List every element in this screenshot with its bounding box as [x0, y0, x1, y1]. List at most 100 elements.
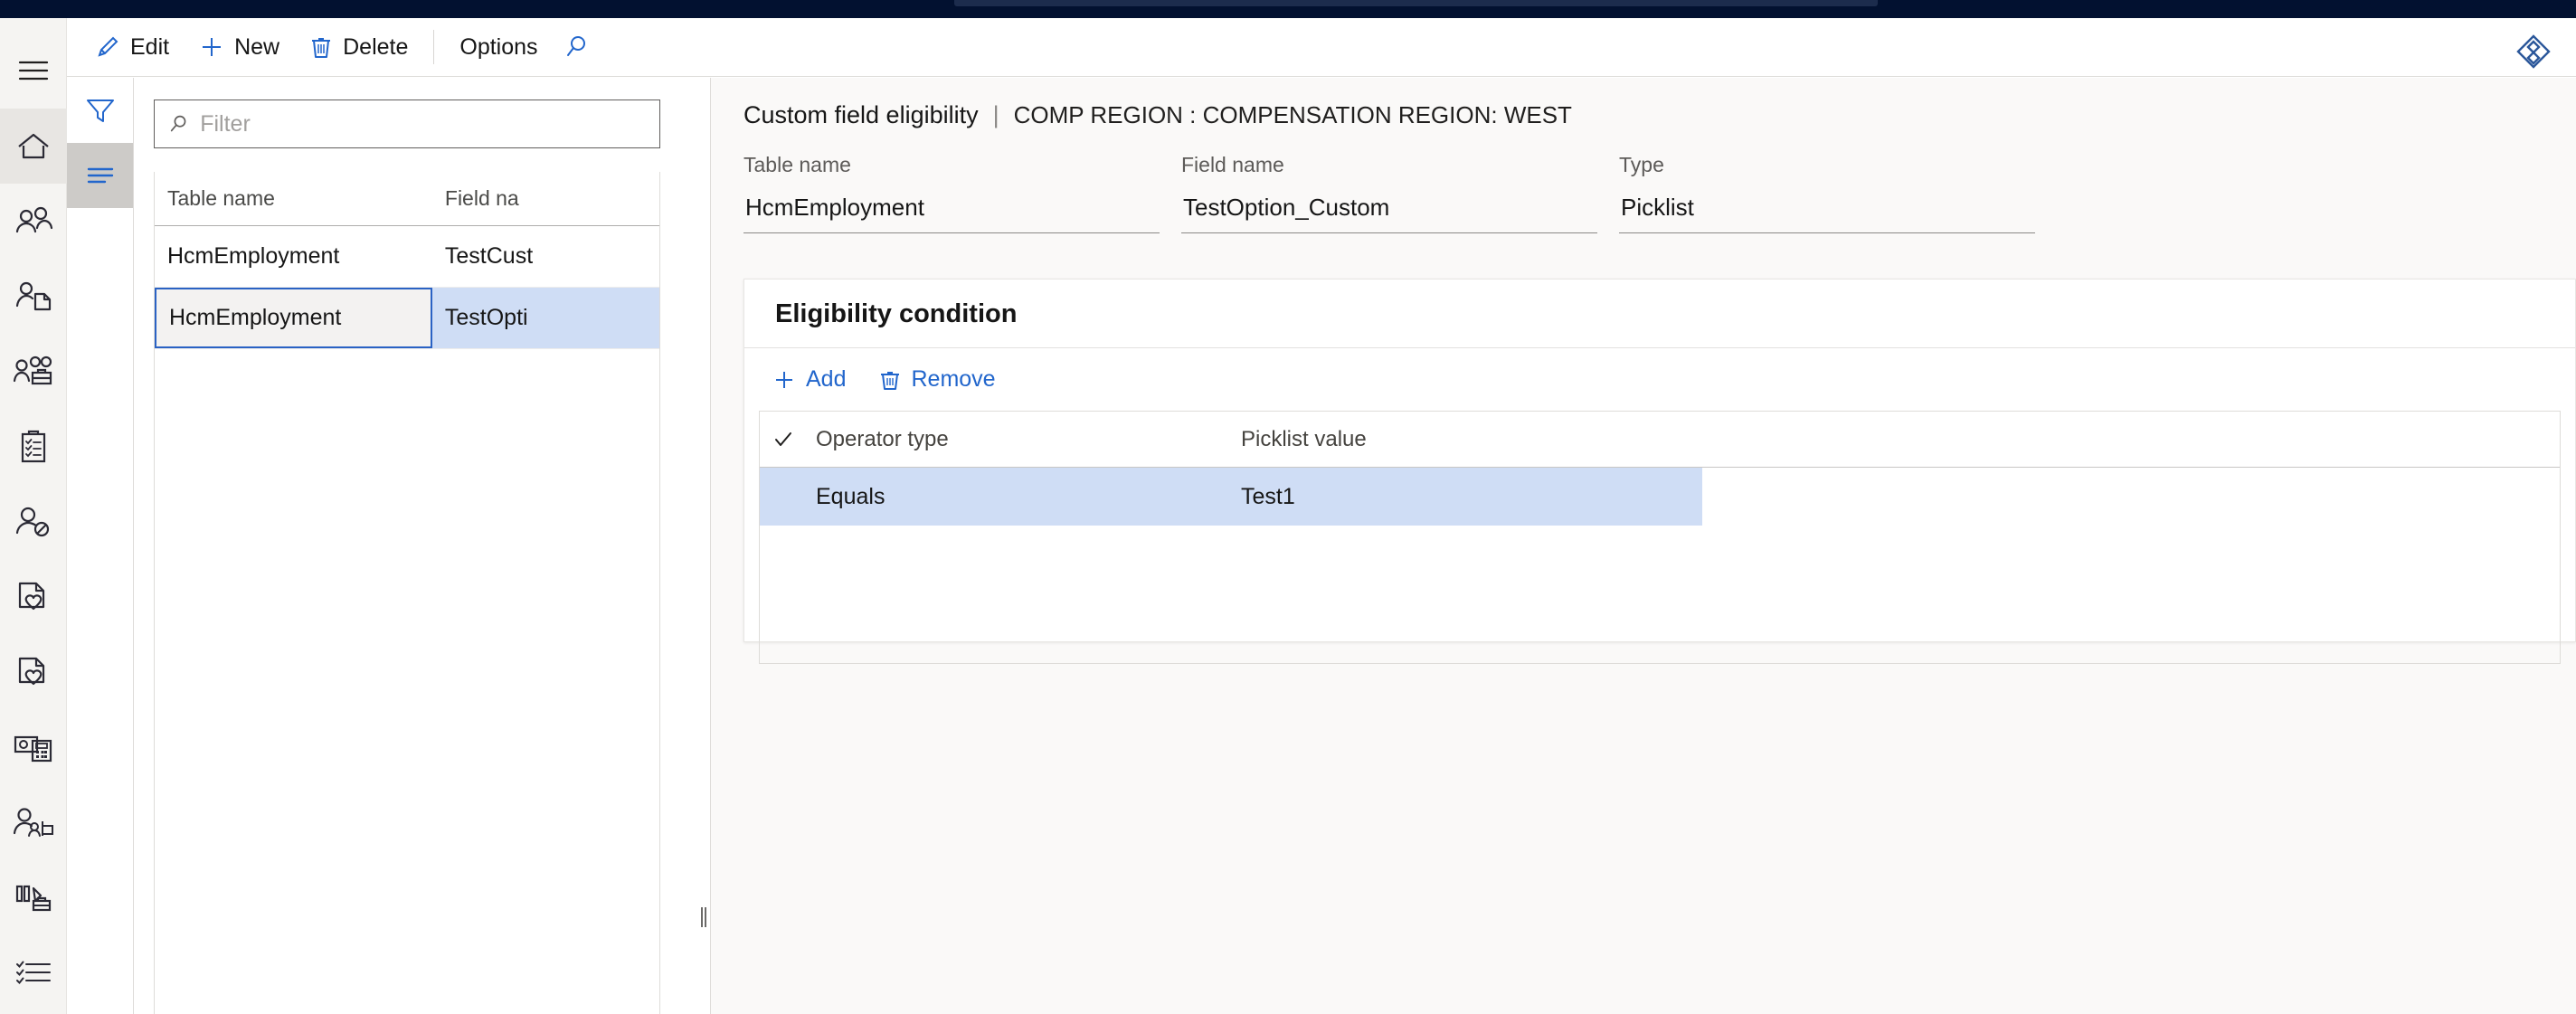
remove-button[interactable]: Remove [866, 359, 1008, 400]
rail-item-analytics[interactable] [0, 859, 67, 934]
condition-grid: Operator type Picklist value Equals Test… [759, 411, 2561, 664]
options-button-label: Options [459, 33, 538, 60]
cell-operator-type[interactable]: Equals [807, 468, 1232, 526]
field-row: Table name HcmEmployment Field name Test… [711, 153, 2576, 233]
list-lines-icon [87, 167, 113, 184]
hamburger-menu-icon [18, 61, 49, 81]
field-table-name: Table name HcmEmployment [743, 153, 1160, 233]
list-grid-header: Table name Field na [155, 172, 659, 226]
cell-table-name[interactable]: HcmEmployment [155, 226, 432, 287]
select-all-checkmark[interactable] [760, 412, 807, 467]
field-value[interactable]: TestOption_Custom [1181, 190, 1597, 233]
search-icon [170, 115, 186, 132]
funnel-icon [86, 100, 114, 122]
command-bar-divider [433, 30, 435, 64]
field-label: Table name [743, 153, 851, 176]
rail-item-benefits-2[interactable] [0, 634, 67, 709]
list-grid-body-fill [154, 349, 660, 1014]
rail-item-benefits-1[interactable] [0, 559, 67, 634]
condition-grid-header: Operator type Picklist value [760, 412, 2560, 468]
brand-logo-button[interactable] [2513, 31, 2554, 72]
field-value[interactable]: Picklist [1619, 190, 2035, 233]
page-title-bar: Custom field eligibility | COMP REGION :… [711, 78, 2576, 129]
list-panel: Table name Field na HcmEmployment TestCu… [134, 78, 696, 1014]
title-bar-highlight [954, 0, 1878, 6]
rail-item-recruiting[interactable] [0, 784, 67, 859]
cell-field-name[interactable]: TestCust [432, 226, 659, 287]
rail-item-home[interactable] [0, 109, 67, 184]
list-pane-tab[interactable] [67, 143, 133, 208]
pane-tab-strip [67, 78, 134, 1014]
condition-column-header-picklist-value[interactable]: Picklist value [1232, 412, 1702, 467]
cell-field-name[interactable]: TestOpti [432, 288, 659, 348]
cell-table-name[interactable]: HcmEmployment [155, 288, 432, 348]
diamond-logo-icon [2516, 34, 2551, 69]
delete-button-label: Delete [343, 33, 409, 60]
filter-pane-tab[interactable] [67, 78, 133, 143]
people-icon [15, 206, 53, 232]
filter-input[interactable] [200, 110, 647, 137]
add-button[interactable]: Add [759, 359, 858, 400]
edit-button-label: Edit [130, 33, 170, 60]
clipboard-checklist-icon [21, 430, 46, 462]
home-icon [18, 133, 49, 158]
left-navigation-rail [0, 18, 67, 1014]
page-title-separator: | [992, 101, 999, 128]
field-value[interactable]: HcmEmployment [743, 190, 1160, 233]
panel-splitter[interactable] [696, 78, 711, 1014]
card-toolbar: Add Remove [744, 348, 2575, 411]
table-row[interactable]: Equals Test1 [760, 468, 1702, 526]
search-button[interactable] [553, 25, 600, 69]
document-heart-icon [18, 657, 45, 685]
checkmark-icon [775, 431, 791, 446]
options-button[interactable]: Options [445, 25, 552, 69]
new-button[interactable]: New [184, 25, 294, 69]
condition-column-header-operator-type[interactable]: Operator type [807, 412, 1232, 467]
command-bar: Edit New Delete Options [67, 18, 2576, 77]
filter-box[interactable] [154, 100, 660, 148]
splitter-handle-bar [701, 907, 703, 927]
plus-icon [772, 367, 797, 393]
table-row[interactable]: HcmEmployment TestOpti [155, 288, 659, 349]
delete-button[interactable]: Delete [294, 25, 422, 69]
document-heart-icon [18, 582, 45, 610]
splitter-handle[interactable] [701, 907, 706, 927]
rail-item-clipboard-tasks[interactable] [0, 409, 67, 484]
new-button-label: New [234, 33, 280, 60]
chart-briefcase-icon [15, 885, 52, 911]
list-grid: Table name Field na HcmEmployment TestCu… [154, 172, 660, 349]
remove-button-label: Remove [911, 366, 996, 392]
list-column-header-table-name[interactable]: Table name [155, 172, 432, 225]
rail-item-lists[interactable] [0, 934, 67, 1009]
person-team-icon [13, 807, 53, 837]
filter-area [134, 78, 696, 148]
edit-button[interactable]: Edit [80, 25, 184, 69]
rail-item-people[interactable] [0, 184, 67, 259]
rail-item-person-document[interactable] [0, 259, 67, 334]
card-title: Eligibility condition [744, 280, 2575, 348]
rail-item-workforce[interactable] [0, 334, 67, 409]
field-field-name: Field name TestOption_Custom [1181, 153, 1597, 233]
row-checkbox[interactable] [760, 468, 807, 526]
checklist-lines-icon [16, 961, 51, 984]
page-subtitle: COMP REGION : COMPENSATION REGION: WEST [1013, 101, 1572, 128]
field-label: Type [1619, 153, 1664, 176]
hamburger-menu-icon[interactable] [0, 47, 67, 94]
list-column-header-field-name[interactable]: Field na [432, 172, 659, 225]
trash-icon [878, 367, 902, 393]
plus-icon [198, 33, 225, 61]
field-label: Field name [1181, 153, 1284, 176]
table-row[interactable]: HcmEmployment TestCust [155, 226, 659, 288]
person-document-icon [15, 281, 52, 310]
rail-icon-list [0, 109, 67, 1009]
money-calculator-icon [14, 735, 52, 762]
title-bar [0, 0, 2576, 18]
rail-item-person-blocked[interactable] [0, 484, 67, 559]
page-title: Custom field eligibility [743, 101, 979, 128]
people-briefcase-icon [13, 355, 52, 384]
cell-picklist-value[interactable]: Test1 [1232, 468, 1702, 526]
person-blocked-icon [15, 507, 50, 536]
main-content: Custom field eligibility | COMP REGION :… [711, 78, 2576, 1014]
rail-item-payroll[interactable] [0, 709, 67, 784]
splitter-handle-bar [705, 907, 706, 927]
